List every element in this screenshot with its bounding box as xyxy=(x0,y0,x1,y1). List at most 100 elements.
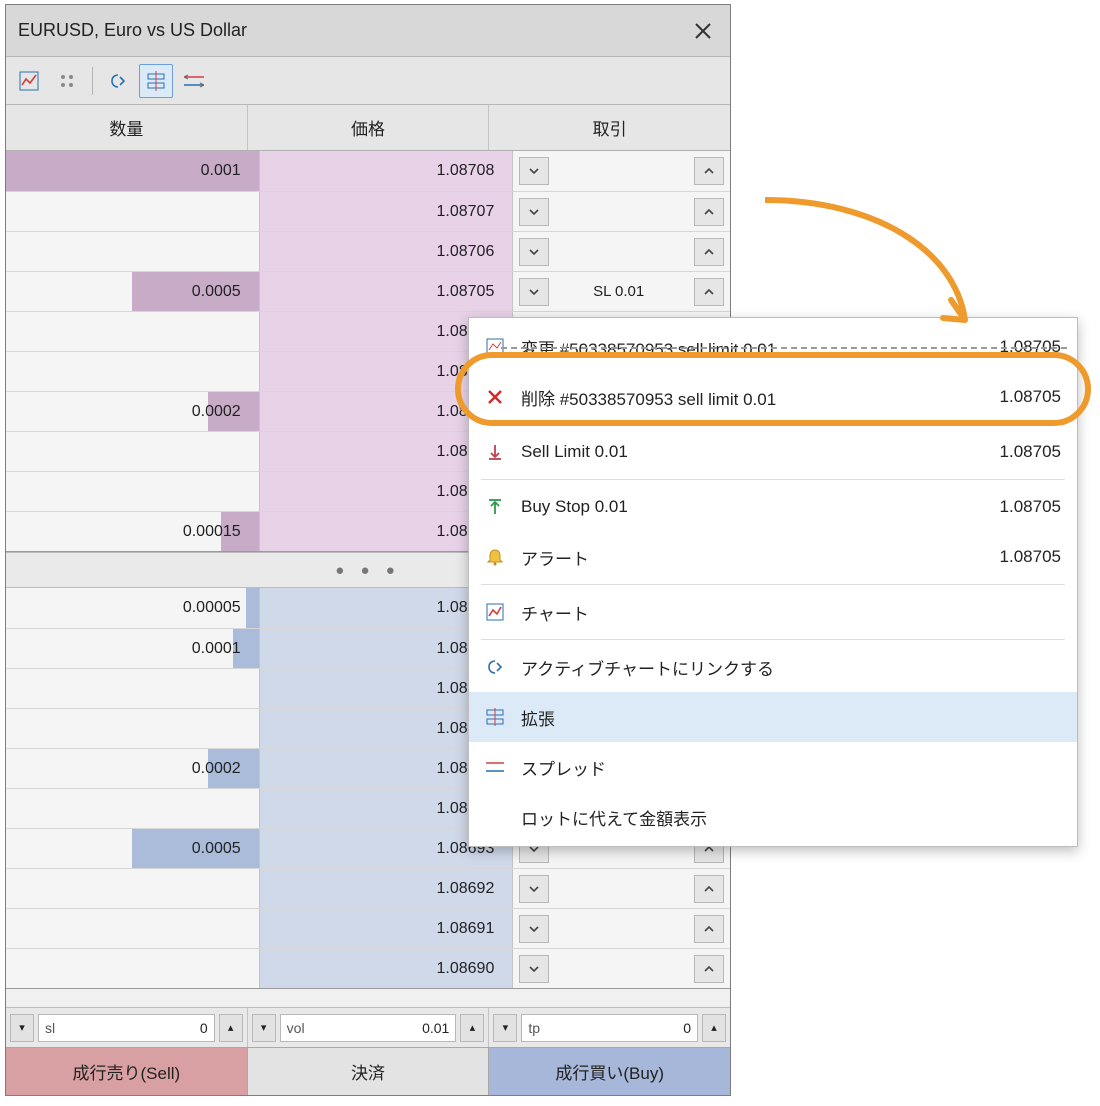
close-button[interactable] xyxy=(682,10,724,52)
chevron-down-icon[interactable] xyxy=(519,198,549,226)
tool-extended-icon[interactable] xyxy=(139,64,173,98)
qty-cell xyxy=(6,909,260,948)
qty-cell xyxy=(6,312,260,351)
trade-cell: SL 0.01 xyxy=(513,272,730,311)
price-value: 1.08692 xyxy=(437,880,495,898)
price-cell[interactable]: 1.08705 xyxy=(260,272,514,311)
bell-icon xyxy=(483,545,507,569)
chevron-down-icon[interactable] xyxy=(519,278,549,306)
header-trade: 取引 xyxy=(489,105,730,150)
price-value: 1.08691 xyxy=(437,920,495,938)
chevron-up-icon[interactable] xyxy=(694,238,724,266)
ctx-chart-label: チャート xyxy=(521,600,1061,625)
ctx-buy-stop-price: 1.08705 xyxy=(1000,497,1061,517)
price-cell[interactable]: 1.08707 xyxy=(260,192,514,231)
chevron-up-icon[interactable] xyxy=(694,955,724,983)
chevron-down-icon[interactable] xyxy=(519,157,549,185)
ctx-link-chart[interactable]: アクティブチャートにリンクする xyxy=(469,642,1077,692)
chevron-up-icon[interactable] xyxy=(694,875,724,903)
vol-decrement[interactable]: ▾ xyxy=(252,1014,276,1042)
market-buy-button[interactable]: 成行買い(Buy) xyxy=(489,1048,730,1095)
price-cell[interactable]: 1.08690 xyxy=(260,949,514,988)
table-row: 1.08692 xyxy=(6,868,730,908)
chevron-down-icon[interactable] xyxy=(519,875,549,903)
ctx-separator xyxy=(481,479,1065,480)
ctx-extended-label: 拡張 xyxy=(521,705,1061,730)
price-cell[interactable]: 1.08708 xyxy=(260,151,514,191)
chevron-up-icon[interactable] xyxy=(694,915,724,943)
qty-cell xyxy=(6,472,260,511)
table-row: 1.08691 xyxy=(6,908,730,948)
ctx-alert-label: アラート xyxy=(521,545,986,570)
tool-settings-icon[interactable] xyxy=(50,64,84,98)
ctx-separator xyxy=(481,584,1065,585)
tp-value: 0 xyxy=(683,1020,691,1036)
sl-input[interactable]: sl0 xyxy=(38,1014,215,1042)
price-cell[interactable]: 1.08691 xyxy=(260,909,514,948)
qty-cell xyxy=(6,949,260,988)
chart-icon xyxy=(483,600,507,624)
qty-cell: 0.001 xyxy=(6,151,260,191)
ctx-money-display[interactable]: ロットに代えて金額表示 xyxy=(469,792,1077,842)
ctx-separator xyxy=(481,424,1065,425)
toolbar xyxy=(6,57,730,105)
ctx-delete-label: 削除 #50338570953 sell limit 0.01 xyxy=(521,385,986,410)
titlebar: EURUSD, Euro vs US Dollar xyxy=(6,5,730,57)
ctx-spread[interactable]: スプレッド xyxy=(469,742,1077,792)
qty-cell xyxy=(6,709,260,748)
close-icon xyxy=(694,22,712,40)
tp-decrement[interactable]: ▾ xyxy=(493,1014,517,1042)
tool-link-icon[interactable] xyxy=(101,64,135,98)
annotation-arrow-icon xyxy=(755,190,985,350)
vol-input[interactable]: vol0.01 xyxy=(280,1014,457,1042)
price-value: 1.08708 xyxy=(437,162,495,180)
qty-value: 0.0002 xyxy=(192,403,241,421)
qty-cell xyxy=(6,789,260,828)
ctx-sell-limit[interactable]: Sell Limit 0.01 1.08705 xyxy=(469,427,1077,477)
vol-increment[interactable]: ▴ xyxy=(460,1014,484,1042)
qty-value: 0.0002 xyxy=(192,760,241,778)
tool-spread-icon[interactable] xyxy=(177,64,211,98)
modify-icon xyxy=(483,335,507,359)
vol-input-group: ▾ vol0.01 ▴ xyxy=(248,1008,490,1047)
ctx-chart[interactable]: チャート xyxy=(469,587,1077,637)
qty-cell: 0.0002 xyxy=(6,749,260,788)
ctx-delete[interactable]: 削除 #50338570953 sell limit 0.01 1.08705 xyxy=(469,372,1077,422)
sl-decrement[interactable]: ▾ xyxy=(10,1014,34,1042)
chevron-up-icon[interactable] xyxy=(694,278,724,306)
table-row: 1.08690 xyxy=(6,948,730,988)
buy-stop-icon xyxy=(483,495,507,519)
ctx-extended[interactable]: 拡張 xyxy=(469,692,1077,742)
ctx-buy-stop[interactable]: Buy Stop 0.01 1.08705 xyxy=(469,482,1077,532)
tool-chart-icon[interactable] xyxy=(12,64,46,98)
ctx-link-label: アクティブチャートにリンクする xyxy=(521,655,1061,680)
chevron-down-icon[interactable] xyxy=(519,915,549,943)
qty-value: 0.0005 xyxy=(192,840,241,858)
chevron-up-icon[interactable] xyxy=(694,157,724,185)
tp-input[interactable]: tp0 xyxy=(521,1014,698,1042)
market-sell-button[interactable]: 成行売り(Sell) xyxy=(6,1048,248,1095)
chevron-down-icon[interactable] xyxy=(519,238,549,266)
context-menu: 変更 #50338570953 sell limit 0.01 1.08705 … xyxy=(468,317,1078,847)
price-cell[interactable]: 1.08706 xyxy=(260,232,514,271)
ctx-modify-price: 1.08705 xyxy=(1000,337,1061,357)
chevron-down-icon[interactable] xyxy=(519,955,549,983)
price-value: 1.08690 xyxy=(437,960,495,978)
spread-icon xyxy=(483,755,507,779)
ctx-delete-price: 1.08705 xyxy=(1000,387,1061,407)
trade-cell xyxy=(513,232,730,271)
qty-cell: 0.0002 xyxy=(6,392,260,431)
ctx-sell-limit-price: 1.08705 xyxy=(1000,442,1061,462)
qty-cell xyxy=(6,352,260,391)
close-position-button[interactable]: 決済 xyxy=(248,1048,490,1095)
link-chart-icon xyxy=(483,655,507,679)
ctx-alert[interactable]: アラート 1.08705 xyxy=(469,532,1077,582)
sl-increment[interactable]: ▴ xyxy=(219,1014,243,1042)
price-cell[interactable]: 1.08692 xyxy=(260,869,514,908)
qty-value: 0.001 xyxy=(201,162,241,180)
tp-increment[interactable]: ▴ xyxy=(702,1014,726,1042)
chevron-up-icon[interactable] xyxy=(694,198,724,226)
ctx-spread-label: スプレッド xyxy=(521,755,1061,780)
window-title: EURUSD, Euro vs US Dollar xyxy=(18,20,247,41)
header-price: 価格 xyxy=(248,105,490,150)
